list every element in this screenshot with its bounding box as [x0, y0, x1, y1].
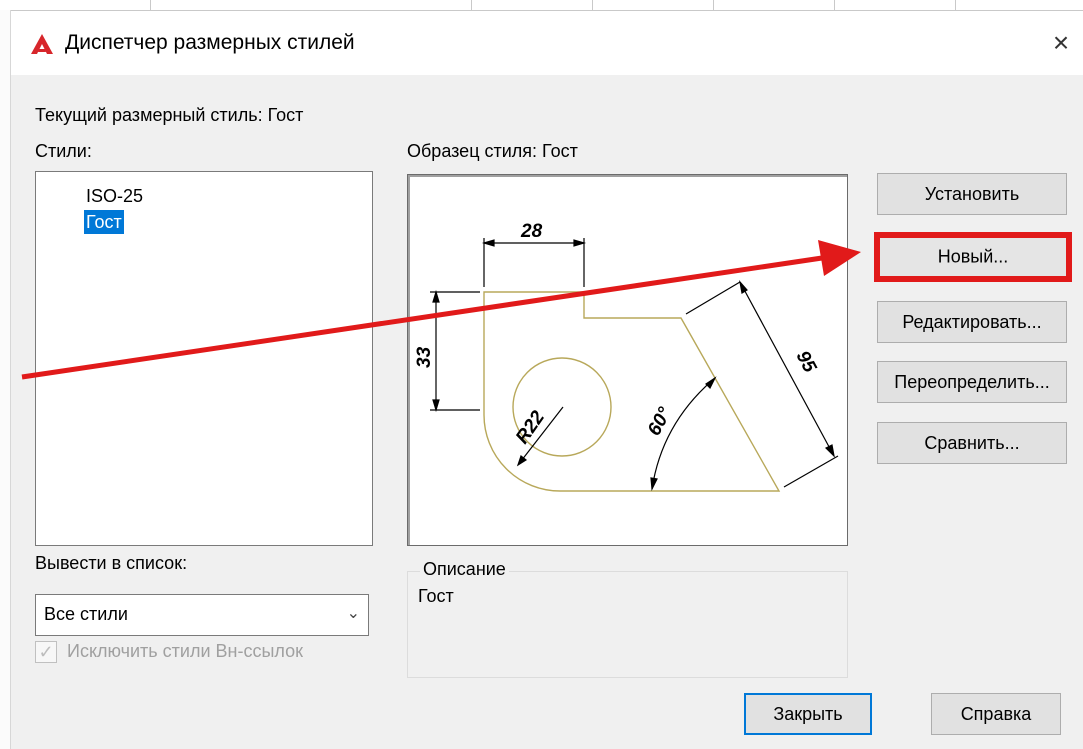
description-label: Описание [420, 559, 509, 580]
style-preview: 28 33 95 R22 60° [407, 174, 848, 546]
background-window-edge [0, 10, 11, 749]
background-window-strip [0, 0, 1083, 11]
list-filter-dropdown[interactable]: Все стили ⌄ [35, 594, 369, 636]
chevron-down-icon: ⌄ [346, 605, 360, 622]
description-text: Гост [418, 586, 454, 606]
current-style-label: Текущий размерный стиль: Гост [35, 105, 304, 125]
close-button[interactable]: Закрыть [744, 693, 872, 735]
dimension-preview-drawing: 28 33 95 R22 60° [414, 221, 839, 492]
dim-28-label: 28 [520, 221, 543, 242]
description-group: Описание Гост [407, 559, 848, 678]
style-item-iso-25[interactable]: ISO-25 [84, 184, 145, 208]
list-filter-label: Вывести в список: [35, 553, 188, 573]
autocad-app-icon [31, 34, 53, 54]
override-button[interactable]: Переопределить... [877, 361, 1067, 403]
dim-60-label: 60° [644, 404, 676, 440]
dialog-title: Диспетчер размерных стилей [65, 31, 355, 54]
help-button[interactable]: Справка [931, 693, 1061, 735]
dim-r22-label: R22 [512, 407, 549, 448]
styles-label: Стили: [35, 141, 92, 161]
dim-33-label: 33 [414, 346, 435, 368]
title-bar: Диспетчер размерных стилей × [11, 11, 1083, 75]
list-filter-value: Все стили [44, 604, 128, 624]
exclude-xref-label: Исключить стили Вн-ссылок [67, 641, 304, 661]
exclude-xref-checkbox[interactable]: ✓ [35, 641, 57, 663]
checkbox-check-icon: ✓ [38, 642, 54, 662]
new-style-button-label: Новый... [937, 246, 1009, 267]
dimension-style-manager-dialog: Диспетчер размерных стилей × Текущий раз… [11, 11, 1083, 749]
preview-label: Образец стиля: Гост [407, 141, 578, 161]
set-current-button[interactable]: Установить [877, 173, 1067, 215]
style-item-gost[interactable]: Гост [84, 210, 124, 234]
close-icon[interactable]: × [1043, 25, 1079, 61]
modify-button[interactable]: Редактировать... [877, 301, 1067, 343]
compare-button[interactable]: Сравнить... [877, 422, 1067, 464]
dim-95-label: 95 [792, 347, 821, 376]
styles-list[interactable]: ISO-25 Гост [35, 171, 373, 546]
new-style-button[interactable]: Новый... [874, 232, 1072, 282]
